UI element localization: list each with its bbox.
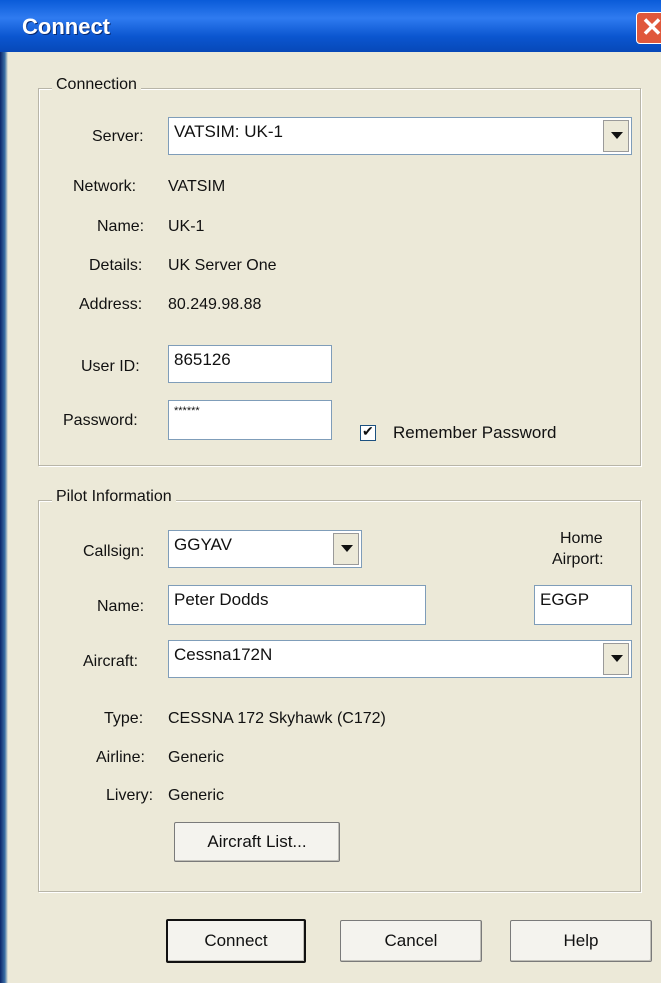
- airline-value: Generic: [168, 749, 225, 766]
- livery-value: Generic: [168, 787, 225, 804]
- window-title: Connect: [22, 14, 110, 39]
- password-field[interactable]: ******: [168, 400, 332, 440]
- pilot-name-field[interactable]: Peter Dodds: [168, 585, 426, 625]
- remember-password-checkbox[interactable]: [360, 423, 376, 441]
- chevron-down-icon[interactable]: [603, 120, 629, 152]
- home-airport-label-line2: Airport:: [552, 551, 604, 568]
- window-left-edge: [0, 0, 8, 983]
- connection-legend: Connection: [52, 76, 141, 94]
- userid-label: User ID:: [81, 358, 140, 375]
- airline-label: Airline:: [96, 749, 145, 766]
- callsign-value: GGYAV: [174, 535, 232, 554]
- pilot-information-legend: Pilot Information: [52, 488, 176, 506]
- server-select[interactable]: VATSIM: UK-1: [168, 117, 632, 155]
- details-value: UK Server One: [168, 257, 277, 274]
- close-icon[interactable]: ✕: [636, 12, 661, 44]
- network-label: Network:: [73, 178, 137, 195]
- pilot-name-label: Name:: [97, 598, 145, 615]
- connect-dialog: Connect ✕ Connection Server: VATSIM: UK-…: [0, 0, 661, 983]
- help-button[interactable]: Help: [510, 920, 652, 962]
- address-value: 80.249.98.88: [168, 296, 262, 313]
- callsign-label: Callsign:: [83, 543, 145, 560]
- cancel-button[interactable]: Cancel: [340, 920, 482, 962]
- home-airport-field[interactable]: EGGP: [534, 585, 632, 625]
- type-label: Type:: [104, 710, 144, 727]
- aircraft-select[interactable]: Cessna172N: [168, 640, 632, 678]
- title-bar[interactable]: Connect ✕: [0, 0, 661, 52]
- chevron-down-icon[interactable]: [603, 643, 629, 675]
- aircraft-label: Aircraft:: [83, 653, 139, 670]
- userid-field[interactable]: 865126: [168, 345, 332, 383]
- name-label: Name:: [97, 218, 145, 235]
- details-label: Details:: [89, 257, 143, 274]
- address-label: Address:: [79, 296, 143, 313]
- network-value: VATSIM: [168, 178, 226, 195]
- password-label: Password:: [63, 412, 138, 429]
- callsign-select[interactable]: GGYAV: [168, 530, 362, 568]
- connect-button[interactable]: Connect: [166, 919, 306, 963]
- aircraft-value: Cessna172N: [174, 645, 273, 664]
- server-value: VATSIM: UK-1: [174, 122, 283, 141]
- type-value: CESSNA 172 Skyhawk (C172): [168, 710, 386, 727]
- livery-label: Livery:: [106, 787, 154, 804]
- home-airport-label-line1: Home: [560, 530, 603, 547]
- server-label: Server:: [92, 128, 144, 145]
- chevron-down-icon[interactable]: [333, 533, 359, 565]
- remember-password-label[interactable]: Remember Password: [393, 423, 556, 443]
- aircraft-list-button[interactable]: Aircraft List...: [174, 822, 340, 862]
- server-name-value: UK-1: [168, 218, 205, 235]
